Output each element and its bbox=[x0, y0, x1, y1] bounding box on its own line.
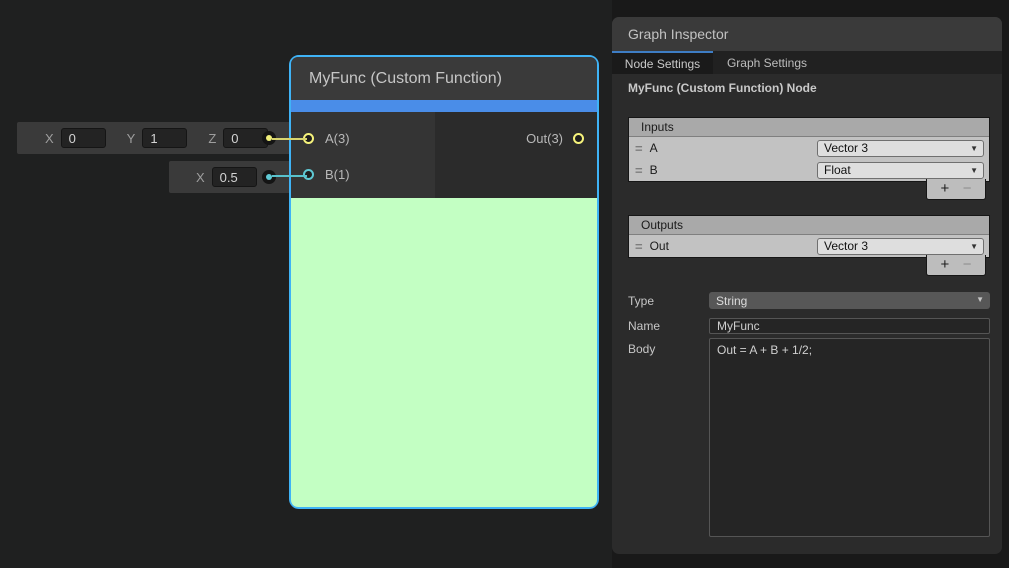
body-field[interactable]: Out = A + B + 1/2; bbox=[709, 338, 990, 537]
x-label: X bbox=[196, 170, 205, 185]
y-label: Y bbox=[127, 131, 136, 146]
output-out-type-value: Vector 3 bbox=[824, 239, 868, 253]
drag-handle-icon[interactable]: = bbox=[635, 239, 642, 254]
port-b-label: B(1) bbox=[325, 167, 350, 182]
input-row-b[interactable]: = B Float ▼ bbox=[629, 159, 989, 181]
name-field[interactable] bbox=[709, 318, 990, 334]
type-value: String bbox=[716, 294, 747, 308]
node-input-ports: A(3) B(1) bbox=[291, 112, 435, 198]
vector3-value-widget: X Y Z bbox=[17, 122, 313, 154]
inspector-title: Graph Inspector bbox=[612, 17, 1002, 51]
port-row-a: A(3) bbox=[291, 120, 435, 156]
node-port-area: A(3) B(1) Out(3) bbox=[291, 112, 597, 198]
node-settings-heading: MyFunc (Custom Function) Node bbox=[628, 81, 817, 95]
x-label: X bbox=[45, 131, 54, 146]
input-a-name: A bbox=[650, 141, 817, 155]
remove-output-button[interactable]: − bbox=[963, 256, 972, 274]
port-out-connector-icon[interactable] bbox=[573, 133, 584, 144]
name-label: Name bbox=[628, 319, 660, 333]
input-b-type-value: Float bbox=[824, 163, 851, 177]
add-input-button[interactable]: + bbox=[940, 180, 949, 198]
port-row-b: B(1) bbox=[291, 156, 435, 192]
inputs-list-footer: + − bbox=[926, 179, 986, 200]
output-out-name: Out bbox=[650, 239, 817, 253]
node-output-ports: Out(3) bbox=[435, 112, 597, 198]
inspector-tabstrip: Node Settings Graph Settings bbox=[612, 51, 1002, 74]
output-out-type-dropdown[interactable]: Vector 3 ▼ bbox=[817, 238, 984, 255]
dropdown-arrow-icon: ▼ bbox=[970, 144, 978, 153]
dropdown-arrow-icon: ▼ bbox=[976, 295, 984, 304]
inputs-list: Inputs = A Vector 3 ▼ = B Float ▼ bbox=[628, 117, 990, 182]
x-field[interactable] bbox=[61, 128, 106, 148]
dropdown-arrow-icon: ▼ bbox=[970, 242, 978, 251]
tab-graph-settings[interactable]: Graph Settings bbox=[713, 51, 821, 74]
y-field[interactable] bbox=[142, 128, 187, 148]
drag-handle-icon[interactable]: = bbox=[635, 163, 642, 178]
edge-vector3-to-a[interactable] bbox=[272, 138, 307, 140]
input-b-type-dropdown[interactable]: Float ▼ bbox=[817, 162, 984, 179]
add-output-button[interactable]: + bbox=[940, 256, 949, 274]
z-label: Z bbox=[208, 131, 216, 146]
inputs-list-title: Inputs bbox=[629, 118, 989, 137]
port-a-label: A(3) bbox=[325, 131, 350, 146]
graph-inspector-panel: Graph Inspector Node Settings Graph Sett… bbox=[612, 17, 1002, 554]
port-out-label: Out(3) bbox=[526, 131, 563, 146]
input-row-a[interactable]: = A Vector 3 ▼ bbox=[629, 137, 989, 159]
outputs-list-title: Outputs bbox=[629, 216, 989, 235]
remove-input-button[interactable]: − bbox=[963, 180, 972, 198]
input-a-type-dropdown[interactable]: Vector 3 ▼ bbox=[817, 140, 984, 157]
drag-handle-icon[interactable]: = bbox=[635, 141, 642, 156]
type-dropdown[interactable]: String ▼ bbox=[709, 292, 990, 309]
input-a-type-value: Vector 3 bbox=[824, 141, 868, 155]
type-label: Type bbox=[628, 294, 654, 308]
tab-node-settings[interactable]: Node Settings bbox=[612, 51, 713, 74]
custom-function-node[interactable]: MyFunc (Custom Function) A(3) B(1) Out(3… bbox=[289, 55, 599, 509]
float-x-field[interactable] bbox=[212, 167, 257, 187]
dropdown-arrow-icon: ▼ bbox=[970, 166, 978, 175]
node-title[interactable]: MyFunc (Custom Function) bbox=[291, 57, 597, 100]
output-row-out[interactable]: = Out Vector 3 ▼ bbox=[629, 235, 989, 257]
port-b-connector-icon[interactable] bbox=[303, 169, 314, 180]
node-accent-bar bbox=[291, 100, 597, 112]
float-widget-port-dot[interactable] bbox=[262, 170, 276, 184]
port-row-out: Out(3) bbox=[435, 120, 597, 156]
edge-float-to-b[interactable] bbox=[272, 175, 307, 177]
node-preview bbox=[291, 198, 597, 507]
body-label: Body bbox=[628, 342, 655, 356]
outputs-list-footer: + − bbox=[926, 255, 986, 276]
input-b-name: B bbox=[650, 163, 817, 177]
outputs-list: Outputs = Out Vector 3 ▼ bbox=[628, 215, 990, 258]
